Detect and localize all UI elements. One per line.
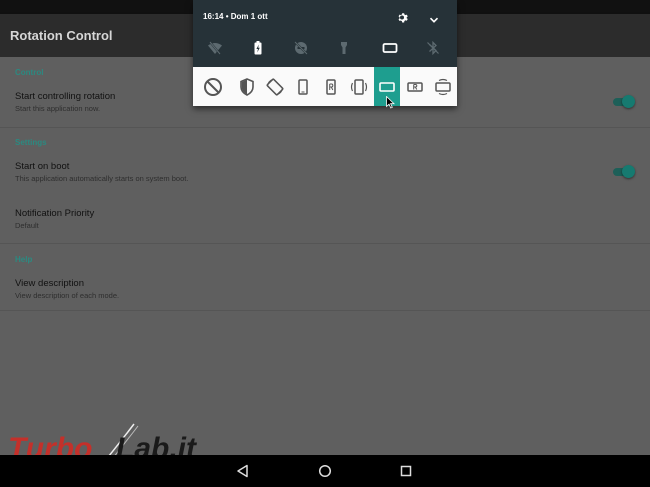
mode-sensor-landscape-icon[interactable] xyxy=(430,67,456,106)
start-on-boot-toggle[interactable] xyxy=(613,165,635,178)
mode-reverse-landscape-icon[interactable] xyxy=(402,67,428,106)
pref-summary: Default xyxy=(15,221,39,230)
divider xyxy=(0,310,650,311)
mode-reverse-portrait-icon[interactable] xyxy=(318,67,344,106)
section-header-control: Control xyxy=(15,68,44,77)
mode-no-control-icon[interactable] xyxy=(200,67,226,106)
pref-summary: Start this application now. xyxy=(15,104,101,113)
settings-gear-icon[interactable] xyxy=(397,11,409,23)
flashlight-icon[interactable] xyxy=(336,40,352,56)
navigation-bar xyxy=(0,455,650,487)
quick-settings-panel: 16:14 • Dom 1 ott xyxy=(193,0,457,67)
mode-portrait-icon[interactable] xyxy=(290,67,316,106)
pref-title: Start on boot xyxy=(15,161,70,172)
landscape-orientation-icon[interactable] xyxy=(382,40,398,56)
pref-title: Start controlling rotation xyxy=(15,91,116,102)
wifi-off-icon[interactable] xyxy=(207,40,223,56)
mouse-cursor-icon xyxy=(386,96,395,109)
do-not-disturb-icon[interactable] xyxy=(293,40,309,56)
pref-start-controlling[interactable]: Start controlling rotation Start this ap… xyxy=(15,91,115,113)
app-title: Rotation Control xyxy=(10,28,113,43)
section-header-help: Help xyxy=(15,255,33,264)
pref-notification-priority[interactable]: Notification Priority Default xyxy=(15,208,94,230)
pref-view-description[interactable]: View description View description of eac… xyxy=(15,278,119,300)
divider xyxy=(0,127,650,128)
pref-summary: This application automatically starts on… xyxy=(15,174,189,183)
status-time: 16:14 • Dom 1 ott xyxy=(203,12,268,21)
pref-start-on-boot[interactable]: Start on boot This application automatic… xyxy=(15,161,188,183)
section-header-settings: Settings xyxy=(15,138,47,147)
toggle-knob xyxy=(622,95,635,108)
battery-charging-icon[interactable] xyxy=(250,40,266,56)
chevron-down-icon[interactable] xyxy=(429,12,439,23)
bluetooth-off-icon[interactable] xyxy=(425,40,441,56)
toggle-knob xyxy=(622,165,635,178)
divider xyxy=(0,243,650,244)
recents-icon[interactable] xyxy=(398,463,414,479)
pref-title: Notification Priority xyxy=(15,208,95,219)
back-icon[interactable] xyxy=(235,463,251,479)
mode-auto-rotate-icon[interactable] xyxy=(262,67,288,106)
preferences-list: Control Start controlling rotation Start… xyxy=(0,57,650,455)
start-controlling-toggle[interactable] xyxy=(613,95,635,108)
rotation-mode-bar xyxy=(193,67,457,106)
pref-title: View description xyxy=(15,278,85,289)
pref-summary: View description of each mode. xyxy=(15,291,120,300)
mode-sensor-portrait-icon[interactable] xyxy=(346,67,372,106)
notification-shade: 16:14 • Dom 1 ott xyxy=(193,0,457,106)
mode-forced-auto-icon[interactable] xyxy=(234,67,260,106)
home-icon[interactable] xyxy=(317,463,333,479)
